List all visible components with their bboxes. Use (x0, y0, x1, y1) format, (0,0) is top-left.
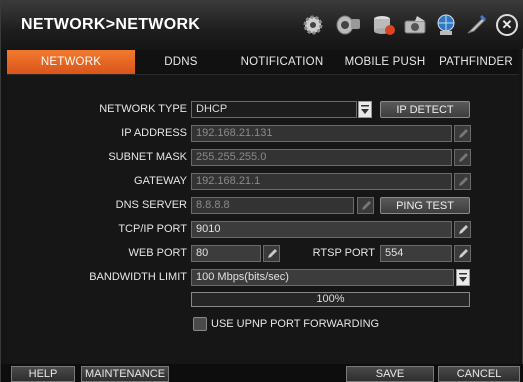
bandwidth-percent-text: 100% (316, 293, 345, 305)
gateway-edit-button[interactable] (454, 173, 471, 190)
ip-address-label: IP ADDRESS (121, 127, 187, 139)
tab-bar: NETWORK DDNS NOTIFICATION MOBILE PUSH PA… (7, 50, 519, 74)
web-port-field[interactable]: 80 (191, 245, 261, 262)
chevron-down-icon (361, 104, 369, 114)
tcp-ip-port-label: TCP/IP PORT (118, 223, 187, 235)
upnp-checkbox[interactable] (193, 317, 207, 331)
tcp-ip-port-edit-button[interactable] (454, 221, 471, 238)
dns-server-edit-button[interactable] (357, 197, 374, 214)
subnet-mask-label: SUBNET MASK (108, 151, 187, 163)
camera-icon[interactable] (335, 12, 361, 38)
pencil-icon (267, 248, 277, 258)
rtsp-port-edit-button[interactable] (454, 245, 471, 262)
pencil-icon (458, 176, 468, 186)
pencil-icon (458, 224, 468, 234)
title-bar: NETWORK>NETWORK ✕ (1, 1, 523, 49)
rtsp-port-label: RTSP PORT (312, 247, 375, 259)
tcp-ip-port-field[interactable]: 9010 (191, 221, 452, 238)
ip-address-edit-button[interactable] (454, 125, 471, 142)
network-settings-window: NETWORK>NETWORK ✕ NETWORK DDNS NOTIFICAT… (0, 0, 523, 382)
chevron-down-icon (459, 272, 467, 282)
gateway-field[interactable]: 192.168.21.1 (191, 173, 452, 190)
help-button[interactable]: HELP (11, 366, 75, 382)
dns-server-field[interactable]: 8.8.8.8 (191, 197, 354, 214)
subnet-mask-field[interactable]: 255.255.255.0 (191, 149, 452, 166)
pen-icon[interactable] (463, 12, 489, 38)
tab-pathfinder[interactable]: PATHFINDER (433, 50, 519, 74)
network-type-dropdown[interactable] (358, 101, 372, 118)
close-button[interactable]: ✕ (496, 14, 518, 36)
maintenance-button[interactable]: MAINTENANCE (81, 366, 169, 382)
bandwidth-limit-dropdown[interactable] (456, 269, 470, 286)
gear-icon[interactable] (300, 12, 326, 38)
tab-network[interactable]: NETWORK (7, 50, 135, 74)
ip-address-field[interactable]: 192.168.21.131 (191, 125, 452, 142)
close-icon: ✕ (501, 17, 513, 32)
bottom-bar: HELP MAINTENANCE SAVE CANCEL (1, 364, 523, 382)
cancel-button[interactable]: CANCEL (438, 366, 520, 382)
subnet-mask-edit-button[interactable] (454, 149, 471, 166)
network-icon[interactable] (433, 12, 459, 38)
ip-detect-button[interactable]: IP DETECT (380, 101, 470, 118)
pencil-icon (361, 200, 371, 210)
web-port-label: WEB PORT (128, 247, 187, 259)
tab-ddns[interactable]: DDNS (135, 50, 227, 74)
record-icon[interactable] (403, 12, 429, 38)
ping-test-button[interactable]: PING TEST (380, 197, 470, 214)
pencil-icon (458, 248, 468, 258)
network-settings-panel: NETWORK TYPE DHCP IP DETECT IP ADDRESS 1… (7, 74, 519, 364)
upnp-label: USE UPNP PORT FORWARDING (211, 318, 380, 330)
storage-icon[interactable] (371, 12, 397, 38)
bandwidth-limit-label: BANDWIDTH LIMIT (89, 271, 187, 283)
web-port-edit-button[interactable] (263, 245, 280, 262)
tab-notification[interactable]: NOTIFICATION (227, 50, 337, 74)
network-type-select[interactable]: DHCP (191, 101, 357, 118)
save-button[interactable]: SAVE (346, 366, 434, 382)
dns-server-label: DNS SERVER (115, 199, 187, 211)
bandwidth-progress-bar: 100% (191, 292, 470, 307)
rtsp-port-field[interactable]: 554 (380, 245, 452, 262)
tab-mobile-push[interactable]: MOBILE PUSH (337, 50, 433, 74)
gateway-label: GATEWAY (134, 175, 187, 187)
pencil-icon (458, 128, 468, 138)
window-title: NETWORK>NETWORK (21, 16, 201, 33)
bandwidth-limit-select[interactable]: 100 Mbps(bits/sec) (191, 269, 454, 286)
network-type-label: NETWORK TYPE (99, 103, 187, 115)
pencil-icon (458, 152, 468, 162)
